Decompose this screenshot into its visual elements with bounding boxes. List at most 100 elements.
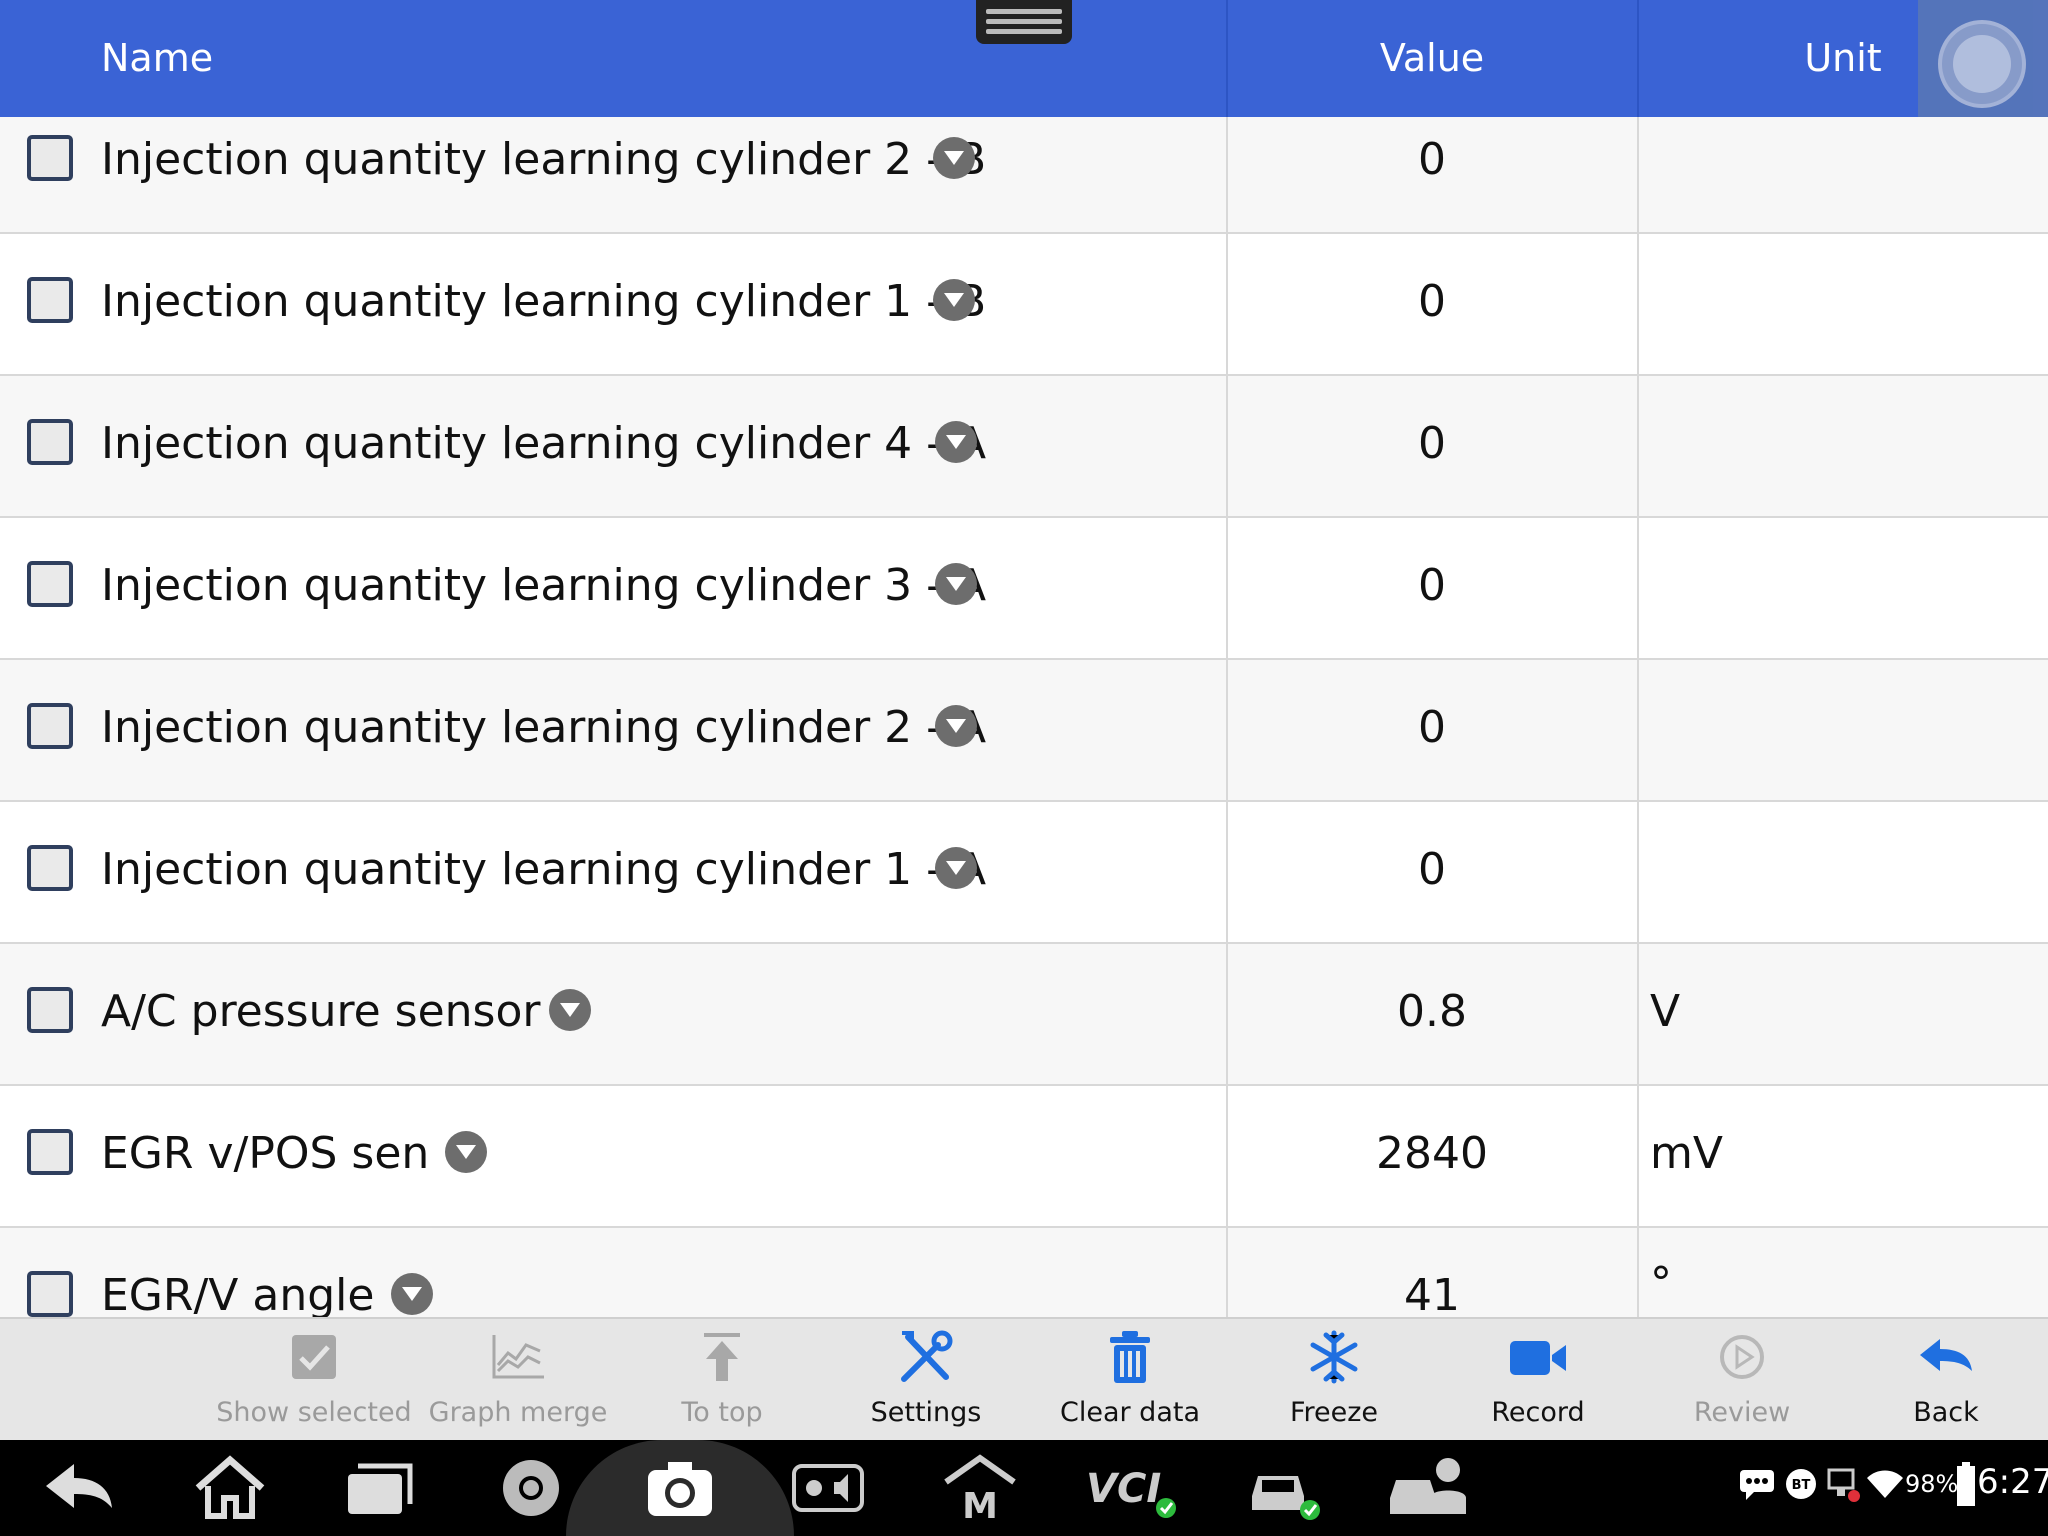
graph-merge-button[interactable]: Graph merge bbox=[418, 1319, 618, 1442]
battery-icon bbox=[1957, 1462, 1975, 1506]
bluetooth-badge-icon: BT bbox=[1786, 1469, 1816, 1499]
row-name: Injection quantity learning cylinder 2 -… bbox=[101, 702, 987, 753]
drag-handle[interactable] bbox=[976, 0, 1072, 44]
row-value: 0 bbox=[1418, 276, 1446, 327]
row-checkbox[interactable] bbox=[27, 845, 73, 891]
video-camera-icon bbox=[1510, 1341, 1566, 1375]
row-name: Injection quantity learning cylinder 2 -… bbox=[101, 134, 987, 185]
dropdown-arrow-icon[interactable] bbox=[445, 1131, 487, 1173]
row-unit: mV bbox=[1650, 1128, 1723, 1179]
vci-text: VCI bbox=[1086, 1466, 1161, 1512]
row-value: 0.8 bbox=[1397, 986, 1467, 1037]
freeze-label: Freeze bbox=[1289, 1397, 1379, 1428]
table-row[interactable]: EGR/V angle 41 ° bbox=[0, 1228, 2048, 1317]
freeze-button[interactable]: Freeze bbox=[1234, 1319, 1434, 1442]
dropdown-arrow-icon[interactable] bbox=[935, 421, 977, 463]
row-checkbox[interactable] bbox=[27, 135, 73, 181]
row-checkbox[interactable] bbox=[27, 1271, 73, 1317]
table-row[interactable]: Injection quantity learning cylinder 2 -… bbox=[0, 117, 2048, 234]
clear-data-label: Clear data bbox=[1059, 1397, 1200, 1428]
maintenance-m-icon[interactable]: M bbox=[942, 1452, 1018, 1524]
show-selected-button[interactable]: Show selected bbox=[214, 1319, 414, 1442]
row-value: 0 bbox=[1418, 560, 1446, 611]
back-button[interactable]: Back bbox=[1846, 1319, 2046, 1442]
snowflake-icon bbox=[1310, 1330, 1358, 1384]
dropdown-arrow-icon[interactable] bbox=[933, 279, 975, 321]
dropdown-arrow-icon[interactable] bbox=[935, 705, 977, 747]
row-name: A/C pressure sensor bbox=[101, 986, 541, 1037]
clock: 6:27 bbox=[1977, 1462, 2048, 1502]
column-divider bbox=[1637, 117, 1639, 1317]
settings-label: Settings bbox=[870, 1397, 982, 1428]
nav-back-icon[interactable] bbox=[40, 1452, 120, 1524]
dropdown-arrow-icon[interactable] bbox=[935, 563, 977, 605]
m-letter: M bbox=[962, 1486, 998, 1524]
wrench-screwdriver-icon bbox=[901, 1330, 953, 1382]
column-header-name: Name bbox=[101, 36, 214, 80]
record-button[interactable]: Record bbox=[1438, 1319, 1638, 1442]
dropdown-arrow-icon[interactable] bbox=[549, 989, 591, 1031]
row-value: 2840 bbox=[1376, 1128, 1488, 1179]
dropdown-arrow-icon[interactable] bbox=[391, 1273, 433, 1315]
back-arrow-icon bbox=[1920, 1339, 1972, 1371]
battery-percentage: 98% bbox=[1905, 1470, 1959, 1498]
row-checkbox[interactable] bbox=[27, 987, 73, 1033]
table-row[interactable]: Injection quantity learning cylinder 1 -… bbox=[0, 234, 2048, 376]
row-checkbox[interactable] bbox=[27, 419, 73, 465]
table-row[interactable]: A/C pressure sensor 0.8 V bbox=[0, 944, 2048, 1086]
wifi-icon bbox=[1867, 1470, 1903, 1498]
row-checkbox[interactable] bbox=[27, 561, 73, 607]
graph-merge-label: Graph merge bbox=[428, 1397, 608, 1428]
play-circle-icon bbox=[1720, 1335, 1764, 1379]
review-label: Review bbox=[1693, 1397, 1791, 1428]
row-name: Injection quantity learning cylinder 3 -… bbox=[101, 560, 987, 611]
table-row[interactable]: Injection quantity learning cylinder 1 -… bbox=[0, 802, 2048, 944]
floating-assist-button[interactable] bbox=[1918, 0, 2048, 130]
column-header-value: Value bbox=[1379, 36, 1485, 80]
review-button[interactable]: Review bbox=[1642, 1319, 1842, 1442]
row-name: Injection quantity learning cylinder 1 -… bbox=[101, 844, 987, 895]
table-row[interactable]: Injection quantity learning cylinder 2 -… bbox=[0, 660, 2048, 802]
column-divider bbox=[1226, 117, 1228, 1317]
row-checkbox[interactable] bbox=[27, 277, 73, 323]
graph-merge-icon bbox=[492, 1335, 544, 1379]
vehicle-connected-icon[interactable] bbox=[1244, 1452, 1324, 1524]
trash-icon bbox=[1110, 1331, 1150, 1383]
table-row[interactable]: Injection quantity learning cylinder 3 -… bbox=[0, 518, 2048, 660]
chrome-browser-icon[interactable] bbox=[495, 1452, 567, 1524]
row-value: 41 bbox=[1404, 1270, 1460, 1317]
checkbox-icon bbox=[292, 1335, 336, 1379]
row-value: 0 bbox=[1418, 134, 1446, 185]
data-stream-list[interactable]: Injection quantity learning cylinder 2 -… bbox=[0, 117, 2048, 1317]
row-checkbox[interactable] bbox=[27, 703, 73, 749]
function-toolbar: Show selected Graph merge To top Setting… bbox=[0, 1317, 2048, 1440]
brightness-volume-icon[interactable] bbox=[790, 1452, 866, 1524]
settings-button[interactable]: Settings bbox=[826, 1319, 1026, 1442]
row-value: 0 bbox=[1418, 702, 1446, 753]
to-top-button[interactable]: To top bbox=[622, 1319, 822, 1442]
row-checkbox[interactable] bbox=[27, 1129, 73, 1175]
remote-expert-icon[interactable] bbox=[1386, 1448, 1472, 1524]
status-area: BT 98% 6:27 bbox=[1735, 1440, 2048, 1536]
chat-notification-icon bbox=[1740, 1470, 1774, 1500]
table-row[interactable]: EGR v/POS sen 2840 mV bbox=[0, 1086, 2048, 1228]
dropdown-arrow-icon[interactable] bbox=[933, 137, 975, 179]
dropdown-arrow-icon[interactable] bbox=[935, 847, 977, 889]
row-name: EGR v/POS sen bbox=[101, 1128, 430, 1179]
nav-home-icon[interactable] bbox=[190, 1452, 270, 1524]
network-disconnected-icon bbox=[1827, 1468, 1860, 1502]
vci-status-icon[interactable]: VCI bbox=[1084, 1452, 1180, 1524]
nav-recent-apps-icon[interactable] bbox=[340, 1452, 420, 1524]
table-row[interactable]: Injection quantity learning cylinder 4 -… bbox=[0, 376, 2048, 518]
row-name: EGR/V angle bbox=[101, 1270, 375, 1317]
to-top-label: To top bbox=[681, 1397, 763, 1428]
row-unit: ° bbox=[1650, 1258, 1672, 1309]
screenshot-camera-icon[interactable] bbox=[642, 1452, 718, 1524]
row-name: Injection quantity learning cylinder 1 -… bbox=[101, 276, 987, 327]
row-value: 0 bbox=[1418, 844, 1446, 895]
clear-data-button[interactable]: Clear data bbox=[1030, 1319, 1230, 1442]
row-name: Injection quantity learning cylinder 4 -… bbox=[101, 418, 987, 469]
row-value: 0 bbox=[1418, 418, 1446, 469]
bt-text: BT bbox=[1792, 1478, 1811, 1493]
show-selected-label: Show selected bbox=[216, 1397, 412, 1428]
